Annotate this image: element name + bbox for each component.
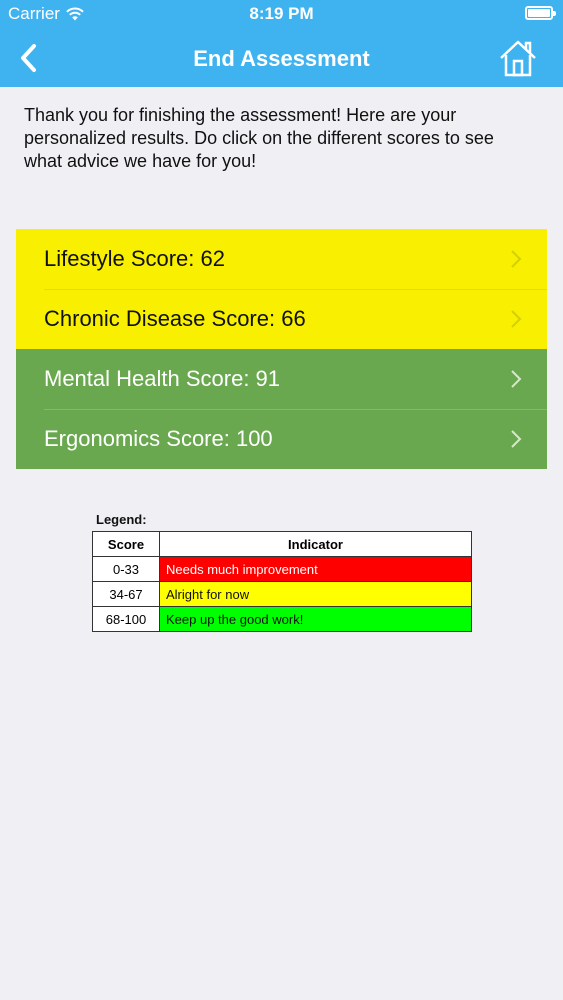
chevron-right-icon [511,370,522,388]
ergonomics-score-row[interactable]: Ergonomics Score: 100 [16,409,547,469]
status-bar: Carrier 8:19 PM [0,0,563,30]
legend-score-range: 68-100 [92,606,160,632]
legend-header-score: Score [92,531,160,557]
score-label: Lifestyle Score: 62 [44,246,225,271]
chevron-right-icon [511,250,522,268]
chevron-right-icon [511,430,522,448]
row-separator [44,409,547,410]
legend-score-range: 0-33 [92,556,160,582]
legend-row: 34-67 Alright for now [92,581,472,607]
lifestyle-score-row[interactable]: Lifestyle Score: 62 [16,229,547,289]
score-label: Chronic Disease Score: 66 [44,306,306,331]
legend-score-range: 34-67 [92,581,160,607]
score-list: Lifestyle Score: 62 Chronic Disease Scor… [16,229,547,469]
back-button[interactable] [8,38,48,78]
legend-row: 0-33 Needs much improvement [92,556,472,582]
row-separator [44,289,547,290]
mental-health-score-row[interactable]: Mental Health Score: 91 [16,349,547,409]
legend-header-indicator: Indicator [159,531,472,557]
chevron-right-icon [511,310,522,328]
legend-indicator: Needs much improvement [159,556,472,582]
legend-indicator: Keep up the good work! [159,606,472,632]
chronic-disease-score-row[interactable]: Chronic Disease Score: 66 [16,289,547,349]
page-title: End Assessment [193,46,370,71]
navigation-bar: End Assessment [0,30,563,87]
legend-indicator: Alright for now [159,581,472,607]
battery-icon [525,6,556,20]
intro-text: Thank you for finishing the assessment! … [24,105,494,171]
legend-row: 68-100 Keep up the good work! [92,606,472,632]
legend-header-row: Score Indicator [92,531,472,557]
chevron-left-icon [21,44,36,72]
status-time: 8:19 PM [249,4,314,23]
legend-title: Legend: [96,512,147,527]
home-button[interactable] [495,35,541,81]
legend: Legend: Score Indicator 0-33 Needs much … [92,512,472,632]
legend-table: Score Indicator 0-33 Needs much improvem… [92,531,472,632]
app-header: Carrier 8:19 PM End Assessment [0,0,563,87]
score-label: Mental Health Score: 91 [44,366,281,391]
score-label: Ergonomics Score: 100 [44,426,273,451]
home-icon [500,40,536,77]
